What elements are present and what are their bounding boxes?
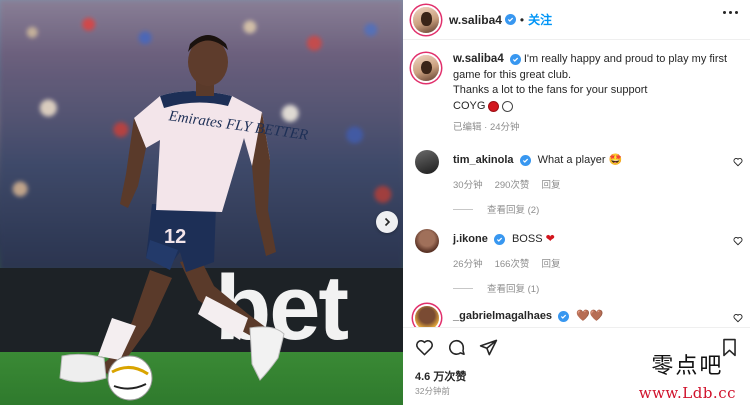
watermark-site-name: 零点吧 xyxy=(651,354,724,379)
comment-time: 26分钟 xyxy=(453,259,483,270)
post-photo[interactable]: bet Emirates FLY BETTER 12 xyxy=(0,0,403,405)
comment-icon[interactable] xyxy=(447,338,466,357)
white-circle-emoji xyxy=(502,100,514,112)
view-replies-button[interactable]: 查看回复 (1) xyxy=(453,281,539,295)
commenter-username[interactable]: tim_akinola xyxy=(453,154,514,166)
chevron-right-icon xyxy=(384,217,391,227)
view-replies-button[interactable]: 查看回复 (2) xyxy=(453,202,539,216)
caption-username[interactable]: w.saliba4 xyxy=(453,53,504,65)
comment-meta: 26分钟 166次赞 回复 xyxy=(453,256,560,270)
reply-button[interactable]: 回复 xyxy=(541,177,560,191)
header-separator: • xyxy=(519,12,525,27)
view-replies-label: 查看回复 (2) xyxy=(487,205,540,216)
shirt-number: 12 xyxy=(164,226,187,248)
next-photo-button[interactable] xyxy=(376,211,398,233)
comment-time: 30分钟 xyxy=(453,180,483,191)
view-replies-label: 查看回复 (1) xyxy=(487,284,540,295)
comment-meta: 30分钟 290次赞 回复 xyxy=(453,177,560,191)
heart-icon[interactable] xyxy=(733,157,743,167)
reply-button[interactable]: 回复 xyxy=(541,256,560,270)
likes-count[interactable]: 4.6 万次赞 xyxy=(415,368,466,384)
comment-text: What a player xyxy=(537,154,606,166)
site-watermark: 零点吧 www.Ldb.cc xyxy=(638,354,736,403)
verified-icon xyxy=(493,233,505,245)
comment-emoji: 🤎🤎 xyxy=(576,310,604,322)
edited-label: 已编辑 xyxy=(453,122,482,133)
comment-emoji: ❤ xyxy=(545,233,555,245)
caption-text-line3: COYG xyxy=(453,99,745,115)
post-header: w.saliba4 • 关注 xyxy=(403,0,750,40)
commenter-username[interactable]: _gabrielmagalhaes xyxy=(453,310,552,322)
caption-time: 24分钟 xyxy=(489,122,520,133)
verified-icon xyxy=(519,154,531,166)
post-panel: w.saliba4 • 关注 w.saliba4 I'm really happ… xyxy=(403,0,750,405)
caption-text-line2: Thanks a lot to the fans for your suppor… xyxy=(453,84,648,96)
comment-emoji: 🤩 xyxy=(608,154,623,166)
follow-button[interactable]: 关注 xyxy=(528,11,552,28)
football-player-illustration xyxy=(59,35,285,401)
comment-likes[interactable]: 166次赞 xyxy=(495,256,530,270)
bookmark-icon[interactable] xyxy=(721,338,738,357)
commenter-avatar[interactable] xyxy=(415,150,439,174)
more-icon[interactable] xyxy=(723,11,738,14)
verified-icon xyxy=(504,14,516,25)
share-icon[interactable] xyxy=(479,338,498,357)
heart-icon[interactable] xyxy=(733,236,743,246)
post-timestamp: 32分钟前 xyxy=(415,386,450,396)
caption-meta: 已编辑 · 24分钟 xyxy=(453,122,520,133)
watermark-site-url: www.Ldb.cc xyxy=(638,384,736,402)
heart-icon[interactable] xyxy=(733,313,743,323)
author-avatar[interactable] xyxy=(413,6,439,33)
commenter-username[interactable]: j.ikone xyxy=(453,233,488,245)
heart-icon[interactable] xyxy=(415,338,434,357)
verified-icon xyxy=(509,53,521,65)
commenter-avatar[interactable] xyxy=(415,229,439,253)
author-username[interactable]: w.saliba4 xyxy=(449,13,502,27)
comment-text: BOSS xyxy=(511,233,543,245)
red-circle-emoji xyxy=(488,100,500,112)
comment-likes[interactable]: 290次赞 xyxy=(495,177,530,191)
caption-author-avatar[interactable] xyxy=(413,55,439,81)
verified-icon xyxy=(558,310,570,322)
caption-coyg: COYG xyxy=(453,99,486,112)
